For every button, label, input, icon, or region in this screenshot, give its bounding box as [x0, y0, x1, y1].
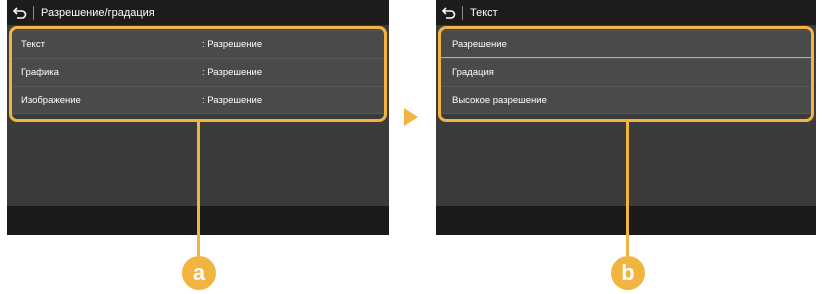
callout-badge-a: a [182, 256, 216, 290]
setting-row-image[interactable]: Изображение : Разрешение [12, 86, 384, 114]
option-resolution[interactable]: Разрешение [441, 30, 811, 58]
option-label: Высокое разрешение [452, 94, 547, 106]
option-high-resolution[interactable]: Высокое разрешение [441, 86, 811, 114]
callout-badge-b: b [611, 256, 645, 290]
back-arrow-icon [13, 6, 27, 19]
page-title: Разрешение/градация [41, 6, 155, 19]
titlebar: Текст [436, 0, 816, 25]
row-value: : Разрешение [202, 39, 263, 50]
back-button[interactable] [7, 0, 33, 25]
setting-row-graphics[interactable]: Графика : Разрешение [12, 58, 384, 86]
back-button[interactable] [436, 0, 462, 25]
row-label: Текст [21, 39, 45, 50]
page-title: Текст [470, 6, 498, 19]
row-label: Графика [21, 67, 59, 78]
option-label: Разрешение [452, 38, 507, 50]
setting-row-text[interactable]: Текст : Разрешение [12, 30, 384, 58]
divider [33, 5, 34, 20]
option-label: Градация [452, 67, 494, 78]
back-arrow-icon [442, 6, 456, 19]
row-value: : Разрешение [202, 94, 263, 106]
divider [462, 5, 463, 20]
callout-line-a [197, 121, 200, 256]
triangle-right-icon [404, 108, 418, 126]
option-gradation[interactable]: Градация [441, 58, 811, 86]
row-label: Изображение [21, 94, 81, 106]
row-value: : Разрешение [202, 67, 263, 78]
titlebar: Разрешение/градация [7, 0, 389, 25]
callout-line-b [626, 121, 629, 256]
